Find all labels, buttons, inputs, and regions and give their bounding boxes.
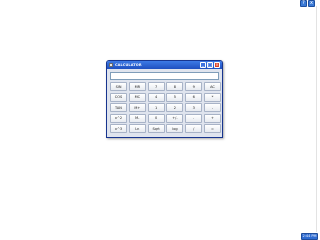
cube-button[interactable]: x^3 bbox=[110, 124, 127, 134]
digit-9-button[interactable]: 9 bbox=[185, 82, 203, 91]
calculator-display[interactable] bbox=[110, 72, 219, 80]
minimize-icon: _ bbox=[202, 62, 204, 67]
digit-0-button[interactable]: 0 bbox=[147, 113, 165, 123]
desktop: ? x 2:44 PM CALCULATOR _ □ × SIN MR 7 8 … bbox=[0, 0, 320, 240]
close-button[interactable]: × bbox=[214, 62, 220, 68]
square-root-button[interactable]: Sqrt bbox=[147, 124, 165, 134]
close-icon: × bbox=[215, 62, 219, 67]
maximize-button[interactable]: □ bbox=[207, 62, 213, 68]
digit-6-button[interactable]: 6 bbox=[185, 92, 203, 102]
memory-subtract-button[interactable]: M- bbox=[128, 113, 146, 123]
top-right-tray: ? x bbox=[300, 0, 316, 7]
memory-add-button[interactable]: M+ bbox=[128, 103, 146, 113]
multiply-button[interactable]: * bbox=[203, 92, 221, 102]
negate-button[interactable]: +/- bbox=[166, 113, 184, 123]
add-button[interactable]: + bbox=[203, 113, 221, 123]
title-bar[interactable]: CALCULATOR _ □ × bbox=[107, 61, 222, 69]
tan-button[interactable]: TAN bbox=[110, 103, 127, 113]
memory-clear-button[interactable]: MC bbox=[128, 92, 146, 102]
help-tray-button[interactable]: ? bbox=[300, 0, 307, 7]
digit-7-button[interactable]: 7 bbox=[147, 82, 165, 91]
screen-edge-line bbox=[316, 6, 317, 232]
calculator-app-icon bbox=[109, 63, 113, 67]
window-controls: _ □ × bbox=[200, 62, 220, 68]
digit-4-button[interactable]: 4 bbox=[147, 92, 165, 102]
subtract-button[interactable]: - bbox=[203, 103, 221, 113]
natural-log-button[interactable]: Ln bbox=[128, 124, 146, 134]
digit-8-button[interactable]: 8 bbox=[166, 82, 184, 91]
minimize-button[interactable]: _ bbox=[200, 62, 206, 68]
calculator-window: CALCULATOR _ □ × SIN MR 7 8 9 AC COS MC … bbox=[106, 60, 223, 138]
cos-button[interactable]: COS bbox=[110, 92, 127, 102]
close-tray-button[interactable]: x bbox=[308, 0, 315, 7]
digit-3-button[interactable]: 3 bbox=[185, 103, 203, 113]
memory-recall-button[interactable]: MR bbox=[128, 82, 146, 91]
equals-button[interactable]: = bbox=[203, 124, 221, 134]
all-clear-button[interactable]: AC bbox=[203, 82, 221, 91]
keypad: SIN MR 7 8 9 AC COS MC 4 5 6 * TAN M+ 1 … bbox=[107, 82, 222, 134]
sin-button[interactable]: SIN bbox=[110, 82, 127, 91]
digit-2-button[interactable]: 2 bbox=[166, 103, 184, 113]
digit-1-button[interactable]: 1 bbox=[147, 103, 165, 113]
window-title: CALCULATOR bbox=[115, 63, 142, 67]
decimal-button[interactable]: . bbox=[185, 113, 203, 123]
digit-5-button[interactable]: 5 bbox=[166, 92, 184, 102]
divide-button[interactable]: / bbox=[185, 124, 203, 134]
log-button[interactable]: log bbox=[166, 124, 184, 134]
taskbar-clock[interactable]: 2:44 PM bbox=[301, 233, 318, 240]
square-button[interactable]: x^2 bbox=[110, 113, 127, 123]
maximize-icon: □ bbox=[208, 62, 212, 67]
